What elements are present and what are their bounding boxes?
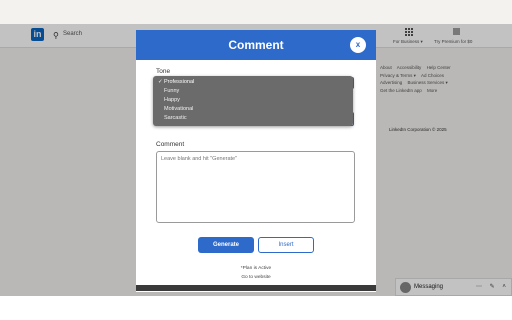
tone-label: Tone (156, 68, 171, 75)
tone-option-professional[interactable]: ✓Professional (153, 78, 353, 87)
tone-dropdown: ✓Professional Funny Happy Motivational S… (153, 76, 353, 126)
tone-option-label: Funny (164, 88, 180, 94)
website-link[interactable]: Go to website (136, 275, 376, 280)
tone-option-label: Motivational (164, 106, 194, 112)
close-button[interactable]: x (350, 37, 366, 53)
comment-label: Comment (156, 141, 185, 148)
tone-option-happy[interactable]: Happy (153, 96, 353, 105)
plan-status: *Plan is Active (240, 266, 272, 271)
tone-option-sarcastic[interactable]: Sarcastic (153, 114, 353, 123)
bottom-strip (0, 296, 512, 320)
modal-header: Comment x (136, 30, 376, 60)
insert-button[interactable]: Insert (258, 237, 314, 253)
comment-modal: Comment x Tone ✓Professional Funny Happy… (136, 30, 376, 292)
modal-title: Comment (228, 38, 284, 52)
comment-textarea[interactable] (156, 151, 355, 223)
generate-button[interactable]: Generate (198, 237, 254, 253)
tone-option-funny[interactable]: Funny (153, 87, 353, 96)
tone-option-label: Happy (164, 97, 180, 103)
tone-option-label: Sarcastic (164, 115, 187, 121)
tone-option-motivational[interactable]: Motivational (153, 105, 353, 114)
tone-option-label: Professional (164, 79, 195, 85)
modal-footer-bar (136, 285, 376, 291)
